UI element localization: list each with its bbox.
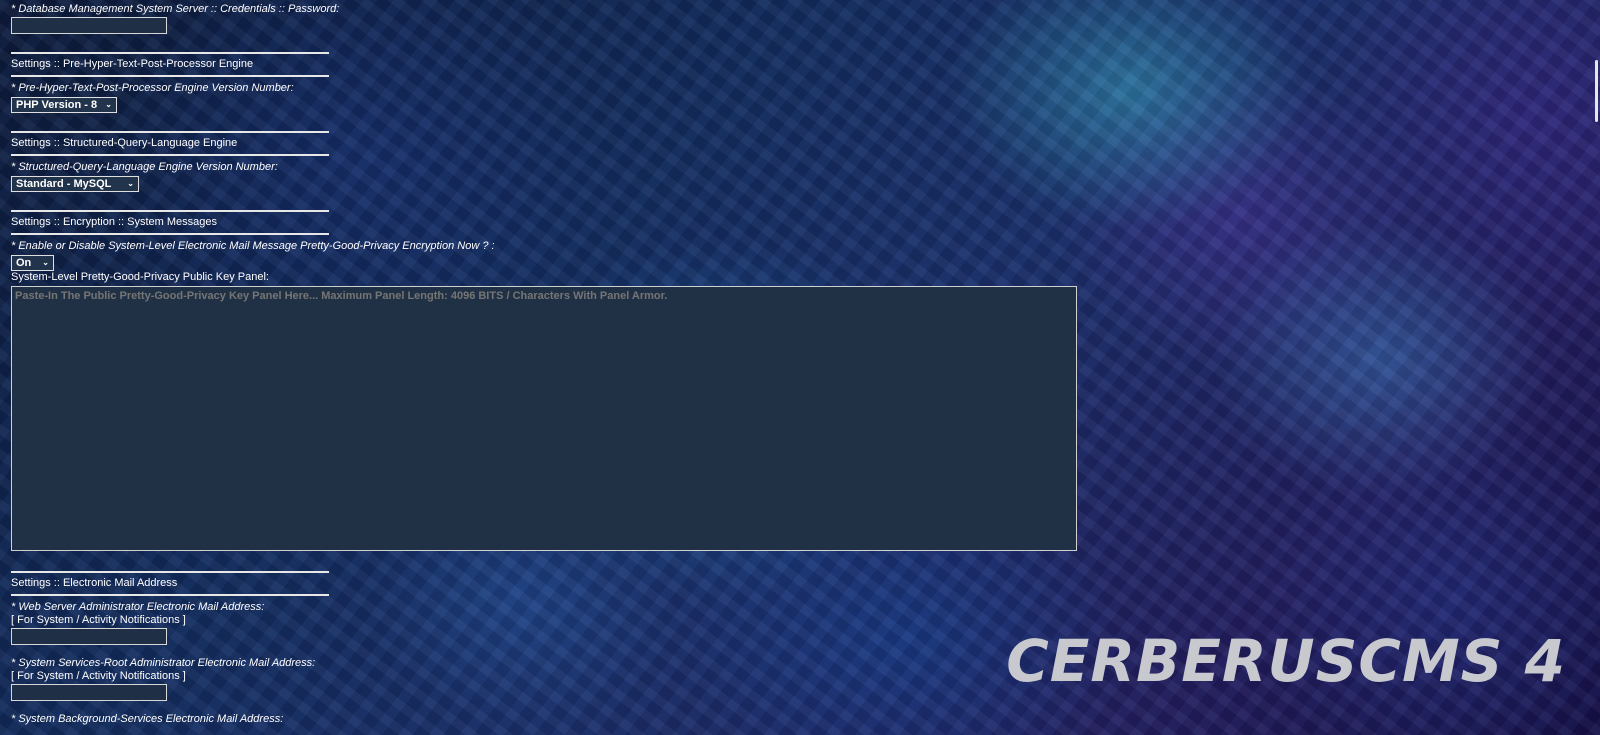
divider [11, 594, 329, 596]
divider [11, 233, 329, 235]
divider [11, 154, 329, 156]
web-admin-email-input[interactable] [11, 628, 167, 645]
root-admin-email-label: * System Services-Root Administrator Ele… [11, 657, 316, 669]
brand-logo: CERBERUSCMS 4 [1006, 627, 1566, 695]
php-version-selected: PHP Version - 8 [16, 99, 98, 111]
php-version-label: * Pre-Hyper-Text-Post-Processor Engine V… [11, 82, 294, 94]
encryption-section-title: Settings :: Encryption :: System Message… [11, 216, 218, 228]
sql-section-title: Settings :: Structured-Query-Language En… [11, 137, 238, 149]
email-section-title: Settings :: Electronic Mail Address [11, 577, 178, 589]
pgp-toggle-select[interactable]: On ⌄ [11, 255, 54, 271]
chevron-down-icon: ⌄ [42, 258, 49, 267]
web-admin-email-note: [ For System / Activity Notifications ] [11, 614, 186, 626]
sql-version-select[interactable]: Standard - MySQL ⌄ [11, 176, 139, 192]
web-admin-email-label: * Web Server Administrator Electronic Ma… [11, 601, 265, 613]
pgp-key-textarea[interactable] [11, 286, 1077, 551]
sql-version-label: * Structured-Query-Language Engine Versi… [11, 161, 278, 173]
db-password-input[interactable] [11, 17, 167, 34]
php-version-select[interactable]: PHP Version - 8 ⌄ [11, 97, 117, 113]
background-services-email-label: * System Background-Services Electronic … [11, 713, 284, 725]
divider [11, 75, 329, 77]
root-admin-email-note: [ For System / Activity Notifications ] [11, 670, 186, 682]
pgp-toggle-selected: On [16, 257, 32, 269]
root-admin-email-input[interactable] [11, 684, 167, 701]
settings-form: * Database Management System Server :: C… [11, 0, 1077, 726]
pgp-key-panel-label: System-Level Pretty-Good-Privacy Public … [11, 271, 269, 283]
page-scrollbar[interactable] [1589, 0, 1600, 735]
chevron-down-icon: ⌄ [105, 100, 112, 109]
scrollbar-thumb[interactable] [1595, 60, 1598, 122]
db-password-label: * Database Management System Server :: C… [11, 3, 340, 15]
php-section-title: Settings :: Pre-Hyper-Text-Post-Processo… [11, 58, 254, 70]
pgp-toggle-label: * Enable or Disable System-Level Electro… [11, 240, 495, 252]
sql-version-selected: Standard - MySQL [16, 178, 112, 190]
chevron-down-icon: ⌄ [127, 179, 134, 188]
